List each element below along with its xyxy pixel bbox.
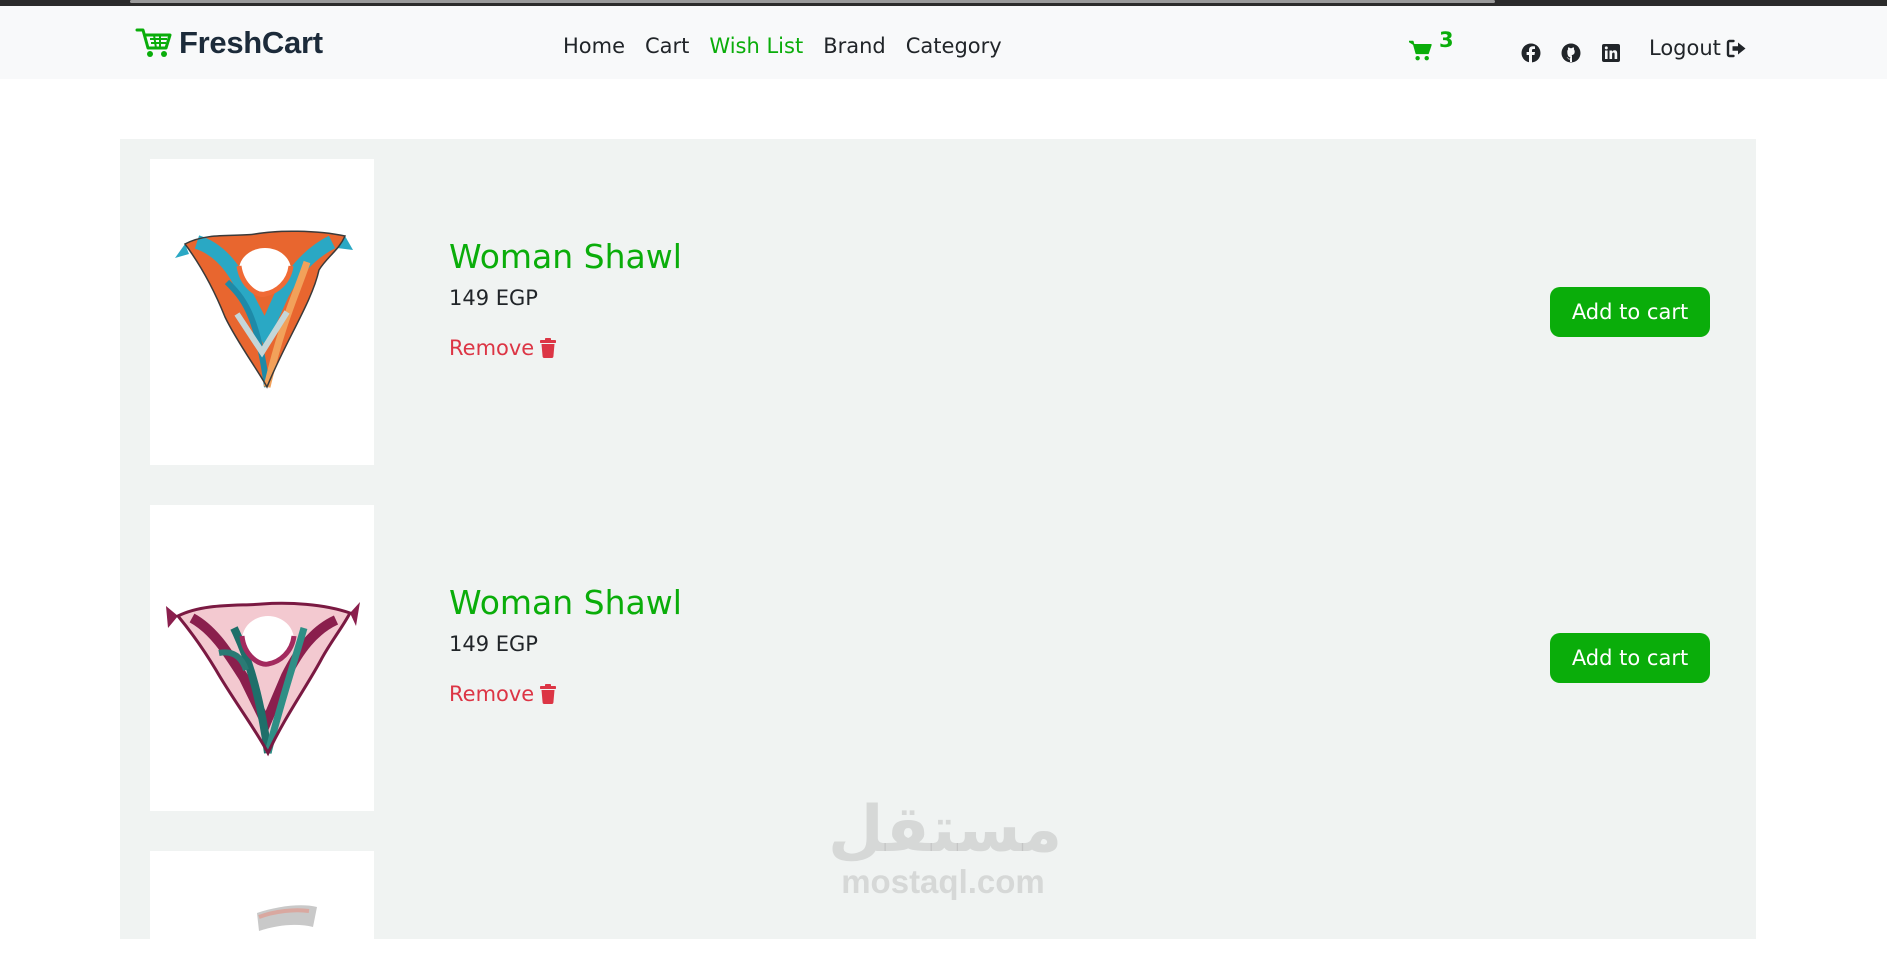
- github-icon[interactable]: [1561, 43, 1581, 63]
- pink-magenta-shawl-image: [166, 601, 360, 757]
- linkedin-icon[interactable]: [1601, 43, 1621, 63]
- watermark-arabic: مستقل: [828, 793, 1063, 867]
- trash-icon: [540, 684, 557, 704]
- navbar: FreshCart Home Cart Wish List Brand Cate…: [0, 6, 1887, 79]
- grey-shawl-image: [257, 905, 317, 931]
- scroll-thumb[interactable]: [130, 0, 1495, 3]
- product-title[interactable]: Woman Shawl: [449, 583, 682, 622]
- nav-links: Home Cart Wish List Brand Category: [563, 34, 1022, 58]
- remove-label: Remove: [449, 682, 535, 706]
- cart-count-badge: 3: [1439, 28, 1454, 52]
- facebook-icon[interactable]: [1521, 43, 1541, 63]
- product-image: [150, 505, 374, 811]
- brand-logo[interactable]: FreshCart: [135, 25, 323, 60]
- mostaql-watermark: مستقل mostaql.com: [828, 793, 1063, 900]
- cart-logo-icon: [135, 28, 172, 57]
- logout-button[interactable]: Logout: [1649, 36, 1747, 60]
- watermark-latin: mostaql.com: [841, 863, 1045, 900]
- wishlist-item: Woman Shawl 149 EGP Remove Add to cart: [150, 505, 1730, 811]
- product-price: 149 EGP: [449, 632, 538, 656]
- wishlist-item: Woman Shawl 149 EGP Remove Add to cart: [150, 159, 1730, 465]
- nav-link-cart[interactable]: Cart: [645, 34, 689, 58]
- product-title[interactable]: Woman Shawl: [449, 237, 682, 276]
- add-to-cart-button[interactable]: Add to cart: [1550, 633, 1710, 683]
- product-image: [150, 851, 374, 971]
- orange-teal-shawl-image: [175, 230, 353, 389]
- brand-name: FreshCart: [179, 25, 323, 60]
- trash-icon: [540, 338, 557, 358]
- cart-icon: [1409, 40, 1432, 61]
- nav-link-brand[interactable]: Brand: [823, 34, 886, 58]
- logout-label: Logout: [1649, 36, 1721, 60]
- remove-button[interactable]: Remove: [449, 336, 557, 360]
- add-to-cart-button[interactable]: Add to cart: [1550, 287, 1710, 337]
- logout-icon: [1726, 39, 1746, 57]
- remove-label: Remove: [449, 336, 535, 360]
- nav-link-category[interactable]: Category: [906, 34, 1002, 58]
- remove-button[interactable]: Remove: [449, 682, 557, 706]
- nav-link-home[interactable]: Home: [563, 34, 625, 58]
- nav-link-wishlist[interactable]: Wish List: [709, 34, 803, 58]
- cart-button[interactable]: 3: [1409, 28, 1459, 66]
- product-image: [150, 159, 374, 465]
- social-links: [1521, 43, 1621, 63]
- product-price: 149 EGP: [449, 286, 538, 310]
